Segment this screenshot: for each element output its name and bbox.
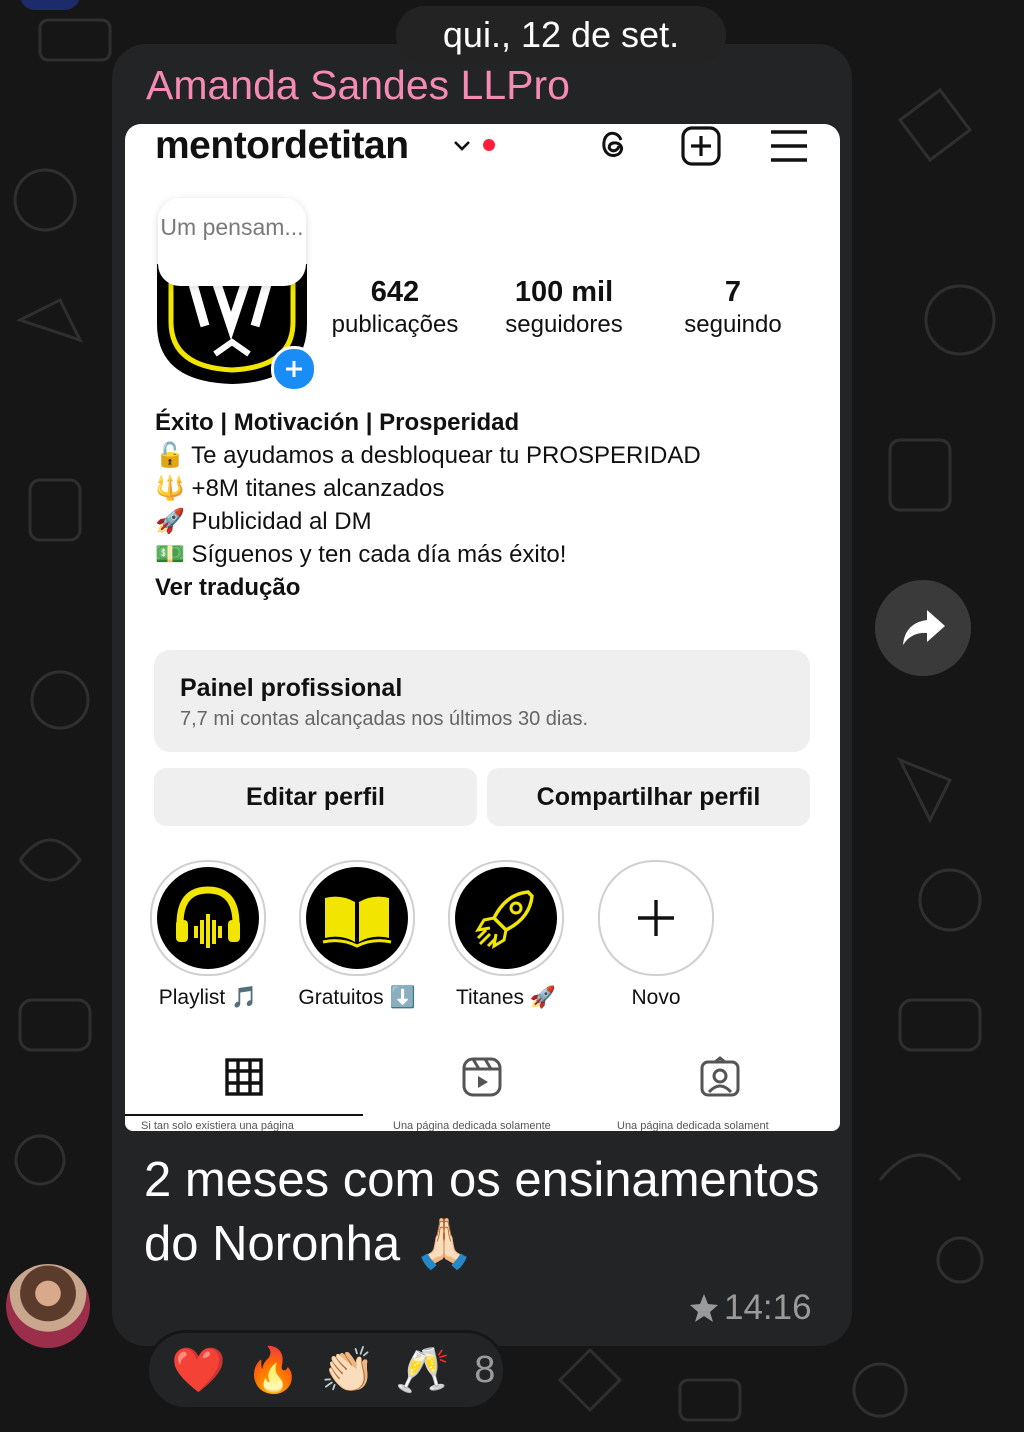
reaction-emoji: ❤️ (171, 1346, 226, 1395)
stat-number: 642 (370, 276, 420, 308)
profile-bio: Éxito | Motivación | Prosperidad 🔓 Te ay… (155, 406, 815, 604)
bio-line: 🚀 Publicidad al DM (155, 508, 372, 535)
reaction-count: 8 (474, 1348, 496, 1391)
tagged-icon (699, 1056, 741, 1103)
reactions-bar[interactable]: ❤️ 🔥 👏🏻 🥂 8 (146, 1330, 506, 1410)
grid-post-peek: Una página dedicada solament (617, 1120, 769, 1131)
stat-number: 100 mil (514, 276, 614, 308)
attached-image[interactable]: mentordetitan Um pensam... 642 publicaçõ… (125, 124, 840, 1131)
forward-arrow-icon (903, 610, 945, 645)
thought-bubble: Um pensam... (158, 198, 306, 286)
professional-dashboard: Painel profissional 7,7 mi contas alcanç… (154, 650, 810, 752)
stat-posts: 642 publicações (321, 274, 469, 340)
highlight-gratuitos: Gratuitos ⬇️ (298, 860, 416, 1010)
rocket-icon (475, 890, 534, 949)
threads-icon (593, 126, 633, 166)
pro-panel-title: Painel profissional (180, 674, 403, 702)
book-icon (322, 896, 392, 948)
stat-label: publicações (331, 311, 459, 338)
reels-icon (461, 1056, 503, 1103)
message-caption: 2 meses com os ensinamentos do Noronha 🙏… (144, 1153, 820, 1271)
reaction-emoji: 👏🏻 (320, 1346, 376, 1395)
translate-link: Ver tradução (155, 574, 301, 601)
notification-dot (483, 139, 495, 151)
pro-panel-subtitle: 7,7 mi contas alcançadas nos últimos 30 … (180, 708, 588, 730)
previous-avatar-fragment (20, 0, 80, 10)
ig-username: mentordetitan (155, 124, 409, 167)
active-tab-indicator (125, 1114, 363, 1116)
stat-label: seguindo (684, 311, 782, 338)
grid-icon (225, 1058, 263, 1101)
grid-post-peek: Si tan solo existiera una página (141, 1120, 294, 1131)
menu-icon (769, 126, 809, 166)
forward-button[interactable] (875, 580, 971, 676)
grid-post-peek: Una página dedicada solamente (393, 1120, 551, 1131)
date-separator: qui., 12 de set. (396, 6, 726, 64)
time-text: 14:16 (724, 1288, 812, 1327)
stat-label: seguidores (505, 311, 623, 338)
highlight-label: Gratuitos ⬇️ (298, 986, 416, 1009)
bio-line: 💵 Síguenos y ten cada día más éxito! (155, 541, 567, 568)
sender-name[interactable]: Amanda Sandes LLPro (146, 62, 570, 109)
bio-title: Éxito | Motivación | Prosperidad (155, 409, 520, 436)
headphones-icon (176, 886, 240, 948)
reaction-emoji: 🥂 (395, 1346, 451, 1395)
add-post-icon (681, 126, 721, 166)
highlight-playlist: Playlist 🎵 (149, 860, 267, 1010)
highlight-label: Titanes 🚀 (455, 986, 557, 1009)
stat-number: 7 (724, 276, 742, 308)
edit-profile-button: Editar perfil (154, 768, 477, 826)
star-icon (690, 1294, 718, 1322)
highlight-titanes: Titanes 🚀 (447, 860, 565, 1010)
stat-following: 7 seguindo (665, 274, 801, 340)
plus-icon (638, 900, 674, 936)
share-profile-button: Compartilhar perfil (487, 768, 810, 826)
message-time: 14:16 (688, 1288, 812, 1328)
stat-followers: 100 mil seguidores (489, 274, 639, 340)
add-story-icon (271, 346, 317, 392)
highlight-label: Novo (631, 986, 681, 1009)
bio-line: 🔓 Te ayudamos a desbloquear tu PROSPERID… (155, 442, 701, 469)
sender-avatar[interactable] (6, 1264, 90, 1348)
bio-line: 🔱 +8M titanes alcanzados (155, 475, 445, 502)
reaction-emoji: 🔥 (245, 1346, 301, 1395)
highlight-new: Novo (597, 860, 715, 1010)
chevron-down-icon (451, 134, 473, 162)
highlight-label: Playlist 🎵 (158, 986, 258, 1009)
